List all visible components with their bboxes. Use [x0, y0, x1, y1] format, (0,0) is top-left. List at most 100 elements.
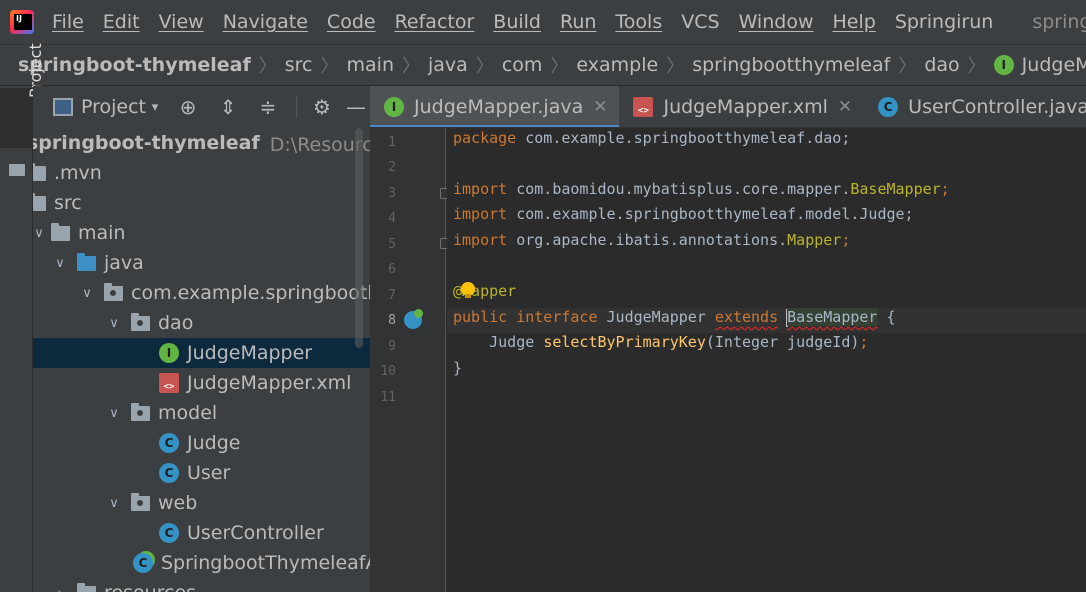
tree-item-web[interactable]: ∨ web — [33, 488, 370, 518]
menu-code[interactable]: Code — [327, 11, 376, 33]
tab-usercontroller-java[interactable]: C UserController.java ✕ — [864, 86, 1086, 127]
tree-label: SpringbootThymeleafAp — [161, 552, 370, 574]
chevron-right-icon: 〉 — [320, 56, 339, 77]
editor-gutter[interactable]: 1 2 3 4 5 6 7 8 9 10 11 — [370, 128, 449, 592]
menu-build[interactable]: Build — [493, 11, 541, 33]
tree-label: main — [78, 222, 126, 244]
tree-label: com.example.springboothy — [131, 282, 370, 304]
code-editor[interactable]: package com.example.springbootthymeleaf.… — [447, 128, 1086, 592]
line-number: 2 — [388, 160, 396, 175]
menu-springirun[interactable]: Springirun — [895, 11, 994, 33]
breadcrumb-springbootthymeleaf[interactable]: springbootthymeleaf — [692, 54, 890, 76]
tool-window-strip: Project — [0, 43, 45, 592]
chevron-down-icon[interactable]: ∨ — [51, 256, 69, 271]
code-line-8: public interface JudgeMapper extends Bas… — [453, 308, 896, 333]
code-line-4: import com.example.springbootthymeleaf.m… — [453, 205, 914, 230]
breadcrumb-example[interactable]: example — [576, 54, 658, 76]
editor-tabs: I JudgeMapper.java ✕ <> JudgeMapper.xml … — [370, 86, 1086, 128]
menu-bar: File Edit View Navigate Code Refactor Bu… — [0, 0, 1086, 44]
menu-view[interactable]: View — [159, 11, 204, 33]
breadcrumb-com[interactable]: com — [502, 54, 543, 76]
menu-navigate[interactable]: Navigate — [223, 11, 308, 33]
tree-item-mvn[interactable]: .mvn — [33, 158, 370, 188]
project-view-selector[interactable]: Project — [81, 96, 146, 118]
tree-item-judgemapper-xml[interactable]: <> JudgeMapper.xml — [33, 368, 370, 398]
xml-file-icon: <> — [159, 373, 179, 393]
gear-icon[interactable]: ⚙ — [305, 95, 339, 119]
chevron-down-icon[interactable]: ∨ — [105, 496, 123, 511]
tree-item-model[interactable]: ∨ model — [33, 398, 370, 428]
chevron-right-icon[interactable]: › — [51, 586, 69, 592]
line-number-current: 8 — [388, 313, 396, 328]
chevron-right-icon: 〉 — [967, 56, 986, 77]
tree-item-root[interactable]: springboot-thymeleaf D:\Resource\软件 — [33, 128, 370, 158]
tree-item-judgemapper[interactable]: I JudgeMapper — [33, 338, 370, 368]
line-number: 10 — [380, 364, 396, 379]
code-line-1: package com.example.springbootthymeleaf.… — [453, 129, 850, 154]
chevron-down-icon[interactable]: ∨ — [33, 226, 45, 241]
dropdown-arrow-icon[interactable]: ▾ — [146, 100, 164, 115]
interface-icon: I — [159, 343, 179, 363]
tree-item-dao[interactable]: ∨ dao — [33, 308, 370, 338]
chevron-right-icon: 〉 — [550, 56, 569, 77]
lightbulb-icon[interactable] — [461, 282, 475, 298]
breadcrumb-src[interactable]: src — [285, 54, 313, 76]
menu-run[interactable]: Run — [560, 11, 596, 33]
locate-icon[interactable]: ⊕ — [168, 95, 208, 119]
code-text: JudgeMapper — [597, 308, 715, 326]
tree-label: User — [187, 462, 231, 484]
tree-item-judge[interactable]: C Judge — [33, 428, 370, 458]
code-text: { — [877, 308, 896, 326]
chevron-down-icon[interactable]: ∨ — [105, 316, 123, 331]
breadcrumb-judgemapper[interactable]: JudgeMapper — [1022, 54, 1086, 76]
menu-edit[interactable]: Edit — [103, 11, 140, 33]
project-scrollbar[interactable] — [355, 128, 363, 348]
menu-help[interactable]: Help — [832, 11, 875, 33]
menu-file[interactable]: File — [52, 11, 84, 33]
breadcrumb-project[interactable]: springboot-thymeleaf — [18, 54, 251, 76]
project-tool-button[interactable]: Project — [0, 43, 45, 148]
code-line-9: Judge selectByPrimaryKey(Integer judgeId… — [453, 333, 868, 358]
folder-icon — [33, 192, 46, 211]
tree-label: src — [54, 192, 82, 214]
implementation-gutter-icon[interactable] — [404, 309, 423, 329]
tree-item-package-root[interactable]: ∨ com.example.springboothy — [33, 278, 370, 308]
folder-icon — [51, 222, 70, 241]
tree-item-main[interactable]: ∨ main — [33, 218, 370, 248]
tree-item-application[interactable]: C SpringbootThymeleafAp — [33, 548, 370, 578]
breadcrumb-java[interactable]: java — [428, 54, 468, 76]
method-name: selectByPrimaryKey — [543, 333, 706, 351]
code-text: org.apache.ibatis.annotations. — [507, 231, 788, 249]
tree-item-user[interactable]: C User — [33, 458, 370, 488]
menu-window[interactable]: Window — [739, 11, 814, 33]
menu-tools[interactable]: Tools — [615, 11, 662, 33]
tree-item-usercontroller[interactable]: C UserController — [33, 518, 370, 548]
type-ref: Mapper — [787, 231, 842, 249]
tree-item-java[interactable]: ∨ java — [33, 248, 370, 278]
breadcrumb-main[interactable]: main — [347, 54, 394, 76]
tree-label: UserController — [187, 522, 324, 544]
minimize-icon[interactable]: — — [339, 95, 370, 119]
menu-vcs[interactable]: VCS — [681, 11, 719, 33]
breadcrumb-dao[interactable]: dao — [924, 54, 959, 76]
code-text: com.example.springbootthymeleaf.model.Ju… — [507, 205, 914, 223]
folder-icon[interactable] — [9, 164, 25, 176]
package-icon — [131, 492, 150, 511]
expand-all-icon[interactable]: ⇕ — [208, 95, 248, 119]
tree-label: Judge — [187, 432, 241, 454]
chevron-down-icon[interactable]: ∨ — [78, 286, 96, 301]
close-icon[interactable]: ✕ — [838, 97, 852, 117]
menu-refactor[interactable]: Refactor — [395, 11, 475, 33]
project-panel: Project ▾ ⊕ ⇕ ≑ ⚙ — springboot-thymeleaf… — [33, 86, 370, 592]
tab-judgemapper-xml[interactable]: <> JudgeMapper.xml ✕ — [619, 86, 864, 127]
collapse-all-icon[interactable]: ≑ — [248, 95, 288, 119]
close-icon[interactable]: ✕ — [593, 97, 607, 117]
tree-item-src[interactable]: src — [33, 188, 370, 218]
project-view-icon — [53, 98, 73, 116]
tab-judgemapper-java[interactable]: I JudgeMapper.java ✕ — [370, 86, 620, 127]
line-number: 6 — [388, 262, 396, 277]
tree-item-resources[interactable]: › resources — [33, 578, 370, 592]
code-text: } — [453, 359, 463, 377]
chevron-down-icon[interactable]: ∨ — [105, 406, 123, 421]
line-number: 4 — [388, 211, 396, 226]
